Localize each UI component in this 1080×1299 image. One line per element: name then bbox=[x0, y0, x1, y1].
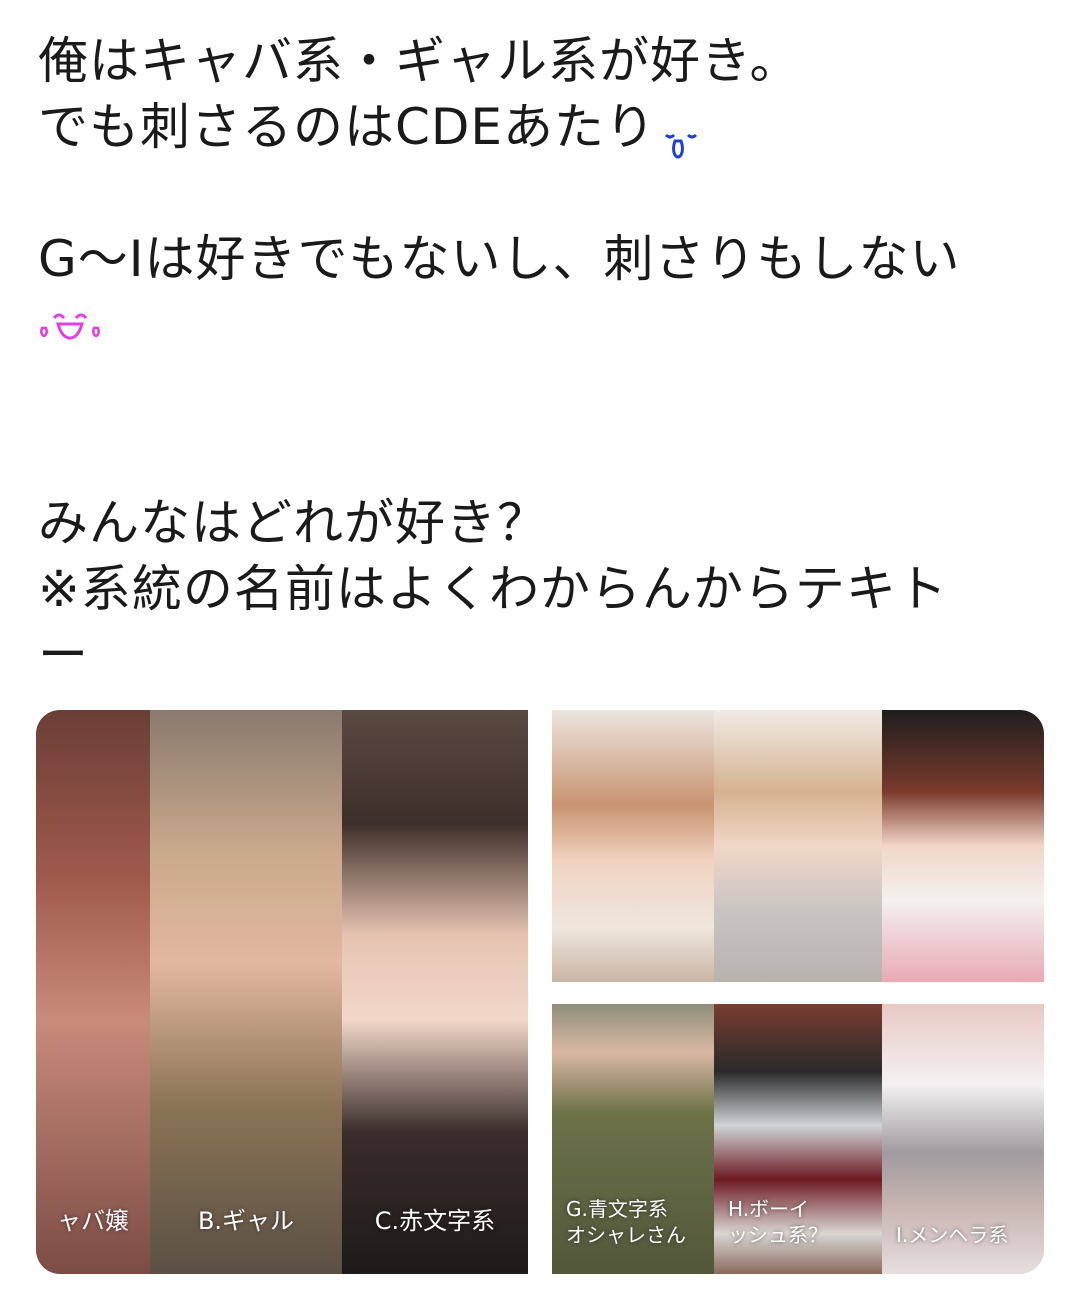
media-image-3[interactable]: G.青文字系 オシャレさん H.ボーイ ッシュ系？ I.メンヘラ系 bbox=[552, 1004, 1044, 1274]
laughing-crying-face-emoji-icon bbox=[38, 292, 104, 340]
photo-panel-f bbox=[882, 710, 1044, 982]
crying-face-emoji-icon bbox=[662, 111, 704, 158]
caption-g-line-1: G.青文字系 bbox=[566, 1197, 668, 1221]
caption-g: G.青文字系 オシャレさん bbox=[552, 1196, 714, 1248]
caption-h-line-1: H.ボーイ bbox=[728, 1197, 810, 1221]
caption-g-line-2: オシャレさん bbox=[566, 1223, 686, 1247]
post-line-5: みんなはどれが好き？ bbox=[38, 494, 548, 552]
caption-h-line-2: ッシュ系？ bbox=[728, 1223, 828, 1247]
caption-i: I.メンヘラ系 bbox=[896, 1223, 1009, 1247]
photo-panel-e bbox=[714, 710, 882, 982]
photo-panel-b: B.ギャル bbox=[150, 710, 342, 1274]
post-line-2: でも刺さるのはCDEあたり bbox=[38, 94, 1048, 160]
post-line-2-text: でも刺さるのはCDEあたり bbox=[38, 98, 657, 156]
post-line-1: 俺はキャバ系・ギャル系が好き。 bbox=[38, 32, 801, 90]
photo-panel-i: I.メンヘラ系 bbox=[882, 1004, 1044, 1274]
post-line-3: G〜Iは好きでもないし、刺さりもしない bbox=[38, 230, 961, 288]
photo-panel-a: ャバ嬢 bbox=[36, 710, 150, 1274]
photo-panel-g: G.青文字系 オシャレさん bbox=[552, 1004, 714, 1274]
caption-b: B.ギャル bbox=[197, 1207, 295, 1235]
caption-a: ャバ嬢 bbox=[57, 1207, 129, 1235]
media-image-2[interactable] bbox=[552, 710, 1044, 982]
media-image-1[interactable]: ャバ嬢 B.ギャル C.赤文字系 bbox=[36, 710, 528, 1274]
photo-panel-d bbox=[552, 710, 714, 982]
photo-panel-h: H.ボーイ ッシュ系？ bbox=[714, 1004, 882, 1274]
post-line-6: ※系統の名前はよくわからんからテキト bbox=[38, 560, 948, 618]
caption-h: H.ボーイ ッシュ系？ bbox=[714, 1196, 882, 1248]
caption-c: C.赤文字系 bbox=[374, 1207, 496, 1235]
post-line-7: ー bbox=[38, 626, 89, 684]
post-text: 俺はキャバ系・ギャル系が好き。 でも刺さるのはCDEあたり G〜Iは好きでもない… bbox=[38, 28, 1048, 688]
photo-panel-c: C.赤文字系 bbox=[342, 710, 528, 1274]
post-line-4-emoji bbox=[38, 292, 1048, 358]
